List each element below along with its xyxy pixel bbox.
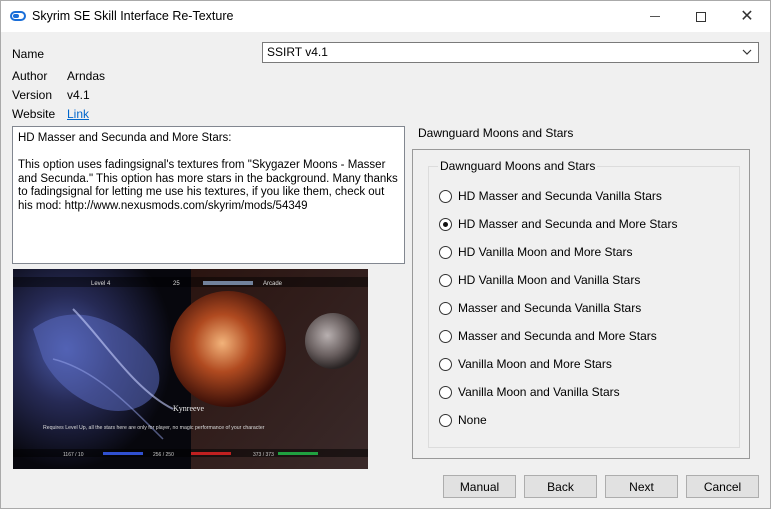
website-link[interactable]: Link: [67, 107, 89, 121]
option-hd-masser-secunda-vanilla-stars[interactable]: HD Masser and Secunda Vanilla Stars: [439, 187, 662, 205]
option-label: HD Masser and Secunda Vanilla Stars: [458, 189, 662, 203]
radio-button[interactable]: [439, 189, 452, 203]
manual-button[interactable]: Manual: [443, 475, 516, 498]
option-vanilla-moon-more-stars[interactable]: Vanilla Moon and More Stars: [439, 355, 612, 373]
preview-bottom-right: 373 / 373: [253, 452, 274, 458]
close-button[interactable]: ✕: [724, 1, 770, 32]
window-title: Skyrim SE Skill Interface Re-Texture: [32, 9, 234, 23]
preview-image: Level 4 25 Arcade Kynreeve Requires Leve…: [13, 269, 368, 469]
preview-center-word: Kynreeve: [173, 404, 205, 413]
preview-hud-left: Level 4: [91, 281, 111, 287]
option-masser-secunda-more-stars[interactable]: Masser and Secunda and More Stars: [439, 327, 657, 345]
option-label: HD Vanilla Moon and More Stars: [458, 245, 633, 259]
next-button[interactable]: Next: [605, 475, 678, 498]
version-value: v4.1: [67, 88, 90, 102]
radio-button[interactable]: [439, 245, 452, 259]
option-hd-masser-secunda-more-stars[interactable]: HD Masser and Secunda and More Stars: [439, 215, 677, 233]
chevron-down-icon: [742, 49, 752, 55]
version-label: Version: [12, 88, 53, 102]
maximize-icon: [696, 11, 706, 22]
option-label: HD Vanilla Moon and Vanilla Stars: [458, 273, 641, 287]
name-select-value: SSIRT v4.1: [267, 45, 328, 59]
option-masser-secunda-vanilla-stars[interactable]: Masser and Secunda Vanilla Stars: [439, 299, 641, 317]
radio-button[interactable]: [439, 273, 452, 287]
option-hd-vanilla-moon-more-stars[interactable]: HD Vanilla Moon and More Stars: [439, 243, 633, 261]
option-label: Vanilla Moon and More Stars: [458, 357, 612, 371]
close-icon: ✕: [740, 7, 754, 25]
radio-button[interactable]: [439, 385, 452, 399]
back-button[interactable]: Back: [524, 475, 597, 498]
name-select[interactable]: SSIRT v4.1: [262, 42, 759, 63]
cancel-button[interactable]: Cancel: [686, 475, 759, 498]
radio-button[interactable]: [439, 357, 452, 371]
radio-button[interactable]: [439, 413, 452, 427]
option-label: Vanilla Moon and Vanilla Stars: [458, 385, 620, 399]
name-label: Name: [12, 47, 45, 61]
option-label: None: [458, 413, 487, 427]
option-label: HD Masser and Secunda and More Stars: [458, 217, 678, 231]
option-label: Masser and Secunda and More Stars: [458, 329, 657, 343]
minimize-icon: [650, 16, 660, 17]
option-label: Masser and Secunda Vanilla Stars: [458, 301, 642, 315]
author-label: Author: [12, 69, 48, 83]
preview-hud-right: Arcade: [263, 281, 283, 287]
preview-hud-mid: 25: [173, 281, 180, 287]
app-icon: [10, 11, 26, 21]
preview-caption: Requires Level Up, all the stars here ar…: [43, 425, 265, 431]
option-none[interactable]: None: [439, 411, 487, 429]
radio-button-checked[interactable]: [439, 217, 452, 231]
title-bar[interactable]: Skyrim SE Skill Interface Re-Texture ✕: [1, 1, 770, 32]
radio-button[interactable]: [439, 301, 452, 315]
preview-scene: Level 4 25 Arcade Kynreeve Requires Leve…: [13, 269, 368, 469]
installer-window: Skyrim SE Skill Interface Re-Texture ✕ N…: [0, 0, 771, 509]
group-inner-label: Dawnguard Moons and Stars: [438, 159, 598, 173]
website-label: Website: [12, 107, 56, 121]
group-outer-label: Dawnguard Moons and Stars: [418, 126, 574, 140]
description-box[interactable]: HD Masser and Secunda and More Stars: Th…: [12, 126, 405, 264]
maximize-button[interactable]: [678, 1, 724, 32]
minimize-button[interactable]: [632, 1, 678, 32]
preview-bottom-mid: 256 / 250: [153, 452, 174, 458]
option-vanilla-moon-vanilla-stars[interactable]: Vanilla Moon and Vanilla Stars: [439, 383, 620, 401]
radio-button[interactable]: [439, 329, 452, 343]
preview-bottom-left: 1167 / 10: [63, 452, 84, 458]
option-hd-vanilla-moon-vanilla-stars[interactable]: HD Vanilla Moon and Vanilla Stars: [439, 271, 640, 289]
author-value: Arndas: [67, 69, 106, 83]
